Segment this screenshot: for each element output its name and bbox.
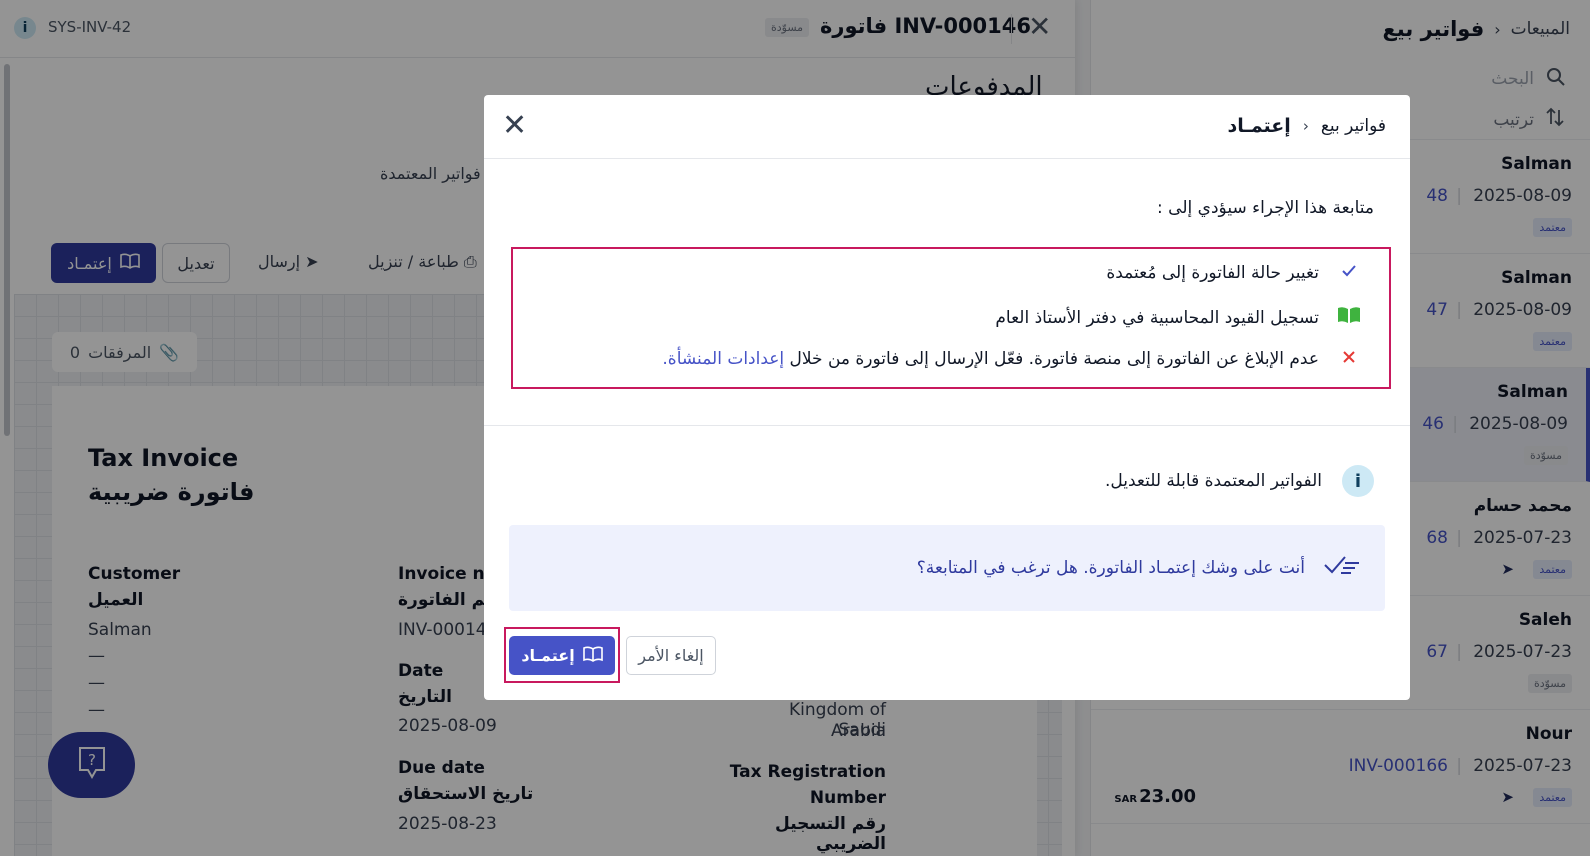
dialog-header: ✕ فواتير بيع ‹ إعتمـاد — [484, 95, 1410, 159]
effects-list: تغيير حالة الفاتورة إلى مُعتمدة تسجيل ال… — [511, 247, 1391, 389]
check-icon — [1337, 263, 1361, 283]
breadcrumb-sales-invoices[interactable]: فواتير بيع — [1321, 116, 1386, 136]
effect-no-zatca: عدم الإبلاغ عن الفاتورة إلى منصة فاتورة.… — [662, 349, 1361, 369]
effect-text: تغيير حالة الفاتورة إلى مُعتمدة — [1106, 263, 1319, 283]
effect-status-change: تغيير حالة الفاتورة إلى مُعتمدة — [1106, 263, 1361, 283]
effect-ledger: تسجيل القيود المحاسبية في دفتر الأستاذ ا… — [995, 306, 1361, 329]
dialog-intro: متابعة هذا الإجراء سيؤدي إلى : — [1157, 198, 1374, 218]
approve-button[interactable]: إعتمـاد — [509, 636, 615, 675]
info-icon: i — [1342, 465, 1374, 497]
confirm-box: أنت على وشك إعتمـاد الفاتورة. هل ترغب في… — [509, 525, 1385, 611]
dialog-divider — [484, 425, 1410, 426]
chevron-left-icon: ‹ — [1302, 117, 1309, 135]
info-note: i الفواتير المعتمدة قابلة للتعديل. — [1105, 465, 1374, 497]
effect-text: تسجيل القيود المحاسبية في دفتر الأستاذ ا… — [995, 307, 1319, 328]
approve-button-label: إعتمـاد — [521, 646, 575, 665]
cancel-button[interactable]: إلغاء الأمر — [626, 636, 716, 675]
ledger-book-icon — [1337, 306, 1361, 329]
info-note-text: الفواتير المعتمدة قابلة للتعديل. — [1104, 471, 1322, 491]
dialog-breadcrumb: فواتير بيع ‹ إعتمـاد — [1227, 115, 1386, 137]
organization-settings-link[interactable]: إعدادات المنشأة. — [662, 349, 784, 369]
close-dialog-icon[interactable]: ✕ — [502, 109, 527, 143]
confirm-row: أنت على وشك إعتمـاد الفاتورة. هل ترغب في… — [917, 553, 1361, 582]
cross-icon — [1337, 349, 1361, 369]
checklist-icon — [1323, 553, 1361, 582]
effect-text: عدم الإبلاغ عن الفاتورة إلى منصة فاتورة.… — [662, 349, 1319, 369]
breadcrumb-approve: إعتمـاد — [1227, 115, 1291, 137]
approve-dialog: ✕ فواتير بيع ‹ إعتمـاد متابعة هذا الإجرا… — [484, 95, 1410, 700]
effect-text-body: عدم الإبلاغ عن الفاتورة إلى منصة فاتورة.… — [789, 349, 1319, 369]
confirm-question: أنت على وشك إعتمـاد الفاتورة. هل ترغب في… — [916, 557, 1305, 578]
book-check-icon — [582, 646, 603, 666]
